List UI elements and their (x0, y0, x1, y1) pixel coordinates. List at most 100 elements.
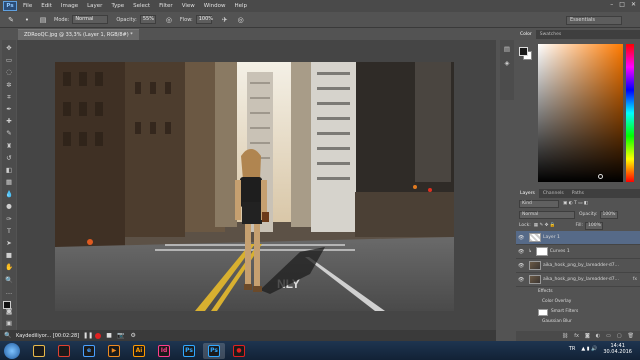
tab-swatches[interactable]: Swatches (536, 30, 566, 39)
layer-row[interactable]: 👁 Layer 1 (516, 231, 640, 245)
eraser-tool-icon[interactable]: ◧ (4, 165, 14, 175)
mask-icon[interactable]: ◙ (585, 331, 590, 341)
lasso-tool-icon[interactable]: ◌ (4, 67, 14, 77)
settings-icon[interactable]: ⚙ (129, 332, 137, 340)
menu-view[interactable]: View (182, 3, 195, 9)
airbrush-icon[interactable]: ✈ (220, 15, 230, 25)
taskbar-app[interactable]: Id (153, 343, 175, 359)
mode-select[interactable]: Normal (72, 15, 109, 24)
layer-row[interactable]: 👁 aika_hosk_png_by_lareadder-d7... (516, 259, 640, 273)
quick-select-tool-icon[interactable]: ✲ (4, 80, 14, 90)
pen-tool-icon[interactable]: ✑ (4, 214, 14, 224)
move-tool-icon[interactable]: ✥ (4, 43, 14, 53)
opacity-input[interactable]: 55% (139, 15, 156, 24)
history-panel-icon[interactable]: ▤ (502, 44, 512, 54)
fx-icon[interactable]: fx (574, 331, 579, 341)
screen-mode-icon[interactable]: ▣ (4, 318, 14, 328)
pressure-opacity-icon[interactable]: ◎ (164, 15, 174, 25)
color-picker-field[interactable] (538, 44, 623, 182)
more-tools-icon[interactable]: … (4, 287, 14, 297)
close-button[interactable]: ✕ (631, 1, 636, 8)
taskbar-app[interactable]: Ai (128, 343, 150, 359)
brush-preset-icon[interactable]: • (22, 15, 32, 25)
stop-icon[interactable]: ■ (105, 332, 113, 340)
blend-mode-select[interactable]: Normal (519, 210, 575, 219)
taskbar-app[interactable]: ● (228, 343, 250, 359)
brush-tool-icon[interactable]: ✎ (6, 15, 16, 25)
effect-item[interactable]: Color Overlay (516, 297, 640, 307)
eyedropper-tool-icon[interactable]: ✒ (4, 104, 14, 114)
fill-input[interactable]: 100% (585, 221, 603, 230)
color-swatches[interactable] (3, 300, 15, 314)
foreground-color-chip[interactable] (519, 47, 528, 56)
menu-type[interactable]: Type (111, 3, 124, 9)
filter-item[interactable]: Gaussian Blur (516, 317, 640, 327)
brush-tool-icon-panel[interactable]: ✎ (4, 128, 14, 138)
start-button[interactable] (4, 342, 20, 359)
visibility-eye-icon[interactable]: 👁 (518, 249, 525, 255)
layer-name[interactable]: Layer 1 (543, 235, 560, 240)
layer-name[interactable]: aika_hosk_png_by_lareadder-d7... (543, 263, 619, 268)
kind-filter-select[interactable]: Kind (519, 199, 559, 208)
crop-tool-icon[interactable]: ⌗ (4, 92, 14, 102)
menu-layer[interactable]: Layer (87, 3, 102, 9)
new-layer-icon[interactable]: ▢ (617, 331, 622, 341)
layer-row[interactable]: 👁 ↳ Curves 1 (516, 245, 640, 259)
hue-slider[interactable] (626, 44, 634, 182)
tab-channels[interactable]: Channels (539, 189, 568, 198)
healing-tool-icon[interactable]: ✚ (4, 116, 14, 126)
filter-icons[interactable]: ▣ ◐ T ▭ ◧ (563, 201, 588, 206)
color-picker-marker[interactable] (598, 174, 603, 179)
workspace-select[interactable]: Essentials (566, 16, 622, 25)
effects-row[interactable]: Effects (516, 287, 640, 297)
brush-panel-icon[interactable]: ▤ (38, 15, 48, 25)
layer-row[interactable]: 👁 aika_hosk_png_by_lareadder-d7... fx (516, 273, 640, 287)
lock-icons[interactable]: ▦ ✎ ✥ 🔒 (534, 223, 556, 228)
tray-icons[interactable]: ▲ ▮ 🔊 (581, 346, 597, 352)
tab-color[interactable]: Color (516, 30, 536, 39)
fx-badge[interactable]: fx (633, 277, 637, 282)
adjustment-icon[interactable]: ◐ (596, 331, 600, 341)
visibility-eye-icon[interactable]: 👁 (518, 235, 525, 241)
flow-input[interactable]: 100% (195, 15, 213, 24)
trash-icon[interactable]: 🗑 (628, 331, 634, 341)
menu-file[interactable]: File (23, 3, 32, 9)
properties-panel-icon[interactable]: ◈ (502, 58, 512, 68)
marquee-tool-icon[interactable]: ▭ (4, 55, 14, 65)
menu-window[interactable]: Window (204, 3, 226, 9)
taskbar-app[interactable]: ▶ (103, 343, 125, 359)
taskbar-app[interactable]: Ps (178, 343, 200, 359)
zoom-tool-icon[interactable]: 🔍 (4, 275, 14, 285)
layer-name[interactable]: Curves 1 (550, 249, 570, 254)
dodge-tool-icon[interactable]: ● (4, 201, 14, 211)
tab-layers[interactable]: Layers (516, 189, 539, 198)
minimize-button[interactable]: – (610, 1, 613, 8)
taskbar-app[interactable]: Ps (203, 342, 225, 359)
hand-tool-icon[interactable]: ✋ (4, 262, 14, 272)
type-tool-icon[interactable]: T (4, 226, 14, 236)
pressure-size-icon[interactable]: ◎ (236, 15, 246, 25)
menu-filter[interactable]: Filter (159, 3, 173, 9)
menu-edit[interactable]: Edit (41, 3, 52, 9)
menu-image[interactable]: Image (61, 3, 78, 9)
taskbar-app[interactable] (28, 343, 50, 359)
blur-tool-icon[interactable]: 💧 (4, 189, 14, 199)
stamp-tool-icon[interactable]: ♜ (4, 141, 14, 151)
taskbar-app[interactable] (53, 343, 75, 359)
shape-tool-icon[interactable]: ■ (4, 250, 14, 260)
smart-filters-row[interactable]: Smart Filters (516, 307, 640, 317)
menu-select[interactable]: Select (133, 3, 150, 9)
link-icon[interactable]: ⛓ (562, 331, 568, 341)
menu-help[interactable]: Help (234, 3, 247, 9)
document-tab[interactable]: ZDRooQC.jpg @ 33,3% (Layer 1, RGB/8#) * (18, 29, 139, 40)
visibility-eye-icon[interactable]: 👁 (518, 277, 525, 283)
layer-name[interactable]: aika_hosk_png_by_lareadder-d7... (543, 277, 619, 282)
canvas[interactable]: NLY (55, 62, 454, 311)
search-icon[interactable]: 🔍 (4, 332, 12, 340)
record-icon[interactable] (95, 332, 102, 339)
gradient-tool-icon[interactable]: ▦ (4, 177, 14, 187)
tab-paths[interactable]: Paths (568, 189, 588, 198)
foreground-swatch[interactable] (3, 300, 11, 309)
visibility-eye-icon[interactable]: 👁 (518, 263, 525, 269)
history-brush-tool-icon[interactable]: ↺ (4, 153, 14, 163)
